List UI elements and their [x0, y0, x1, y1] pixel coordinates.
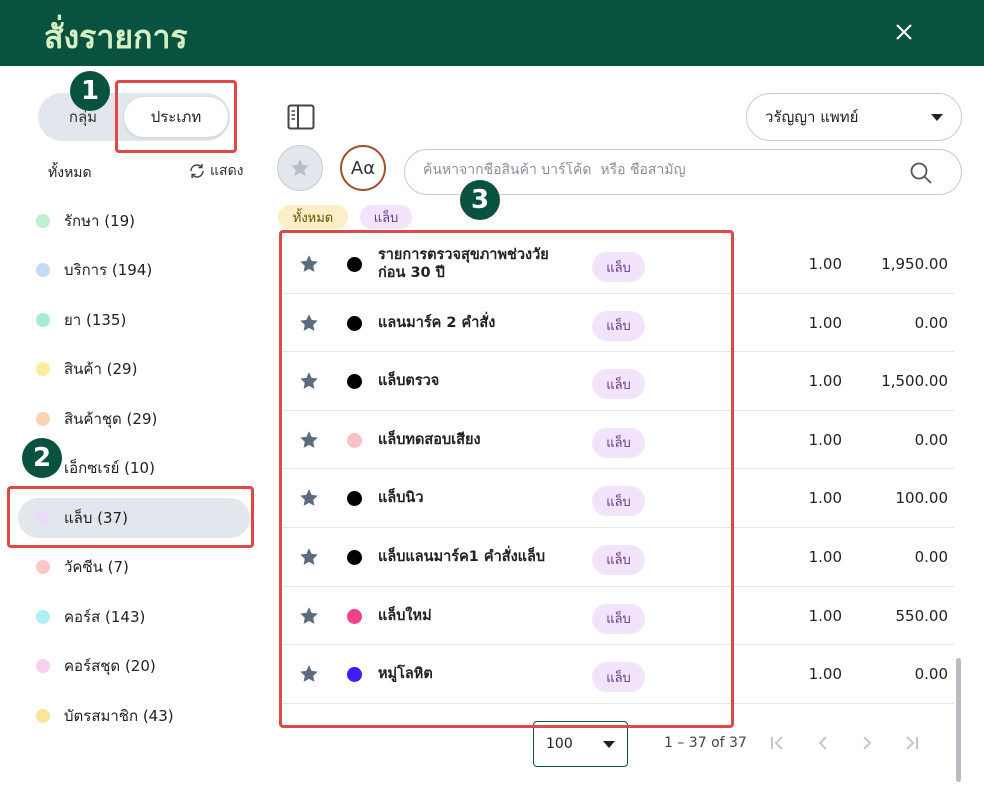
item-price: 0.00 — [914, 430, 948, 449]
chip-lab[interactable]: แล็บ — [360, 205, 412, 229]
item-quantity: 1.00 — [808, 489, 842, 508]
item-quantity: 1.00 — [808, 547, 842, 566]
sidebar-panel-icon[interactable] — [287, 104, 315, 130]
annotation-box-2 — [7, 486, 254, 548]
category-color-dot — [36, 312, 50, 327]
chevron-down-icon — [603, 741, 615, 748]
show-label: แสดง — [210, 163, 244, 179]
item-price: 100.00 — [895, 489, 949, 508]
annotation-box-1 — [115, 80, 237, 153]
category-item[interactable]: วัคซีน (7) — [18, 543, 250, 593]
category-color-dot — [36, 560, 50, 575]
page-title: สั่งรายการ — [44, 18, 188, 56]
category-label: เอ็กซเรย์ (10) — [64, 459, 155, 478]
font-size-button[interactable]: Aα — [340, 145, 386, 191]
page-range: 1 – 37 of 37 — [664, 735, 747, 751]
first-page-icon[interactable] — [767, 732, 789, 754]
category-item[interactable]: คอร์สชุด (20) — [18, 642, 250, 692]
item-quantity: 1.00 — [808, 665, 842, 684]
category-label: คอร์สชุด (20) — [64, 657, 156, 676]
header-bar: สั่งรายการ — [0, 0, 984, 66]
refresh-icon — [190, 163, 204, 179]
item-quantity: 1.00 — [808, 255, 842, 273]
category-label: สินค้า (29) — [64, 360, 138, 379]
doctor-select-value: วรัญญา แพทย์ — [765, 108, 859, 126]
category-label: บริการ (194) — [64, 261, 153, 280]
category-color-dot — [36, 362, 50, 377]
star-icon — [291, 159, 309, 176]
category-label: รักษา (19) — [64, 211, 136, 230]
category-color-dot — [36, 411, 50, 426]
item-price: 1,500.00 — [881, 372, 948, 391]
item-price: 550.00 — [895, 606, 949, 625]
item-quantity: 1.00 — [808, 606, 842, 625]
annotation-number-1: 1 — [70, 71, 110, 111]
annotation-number-2: 2 — [22, 438, 62, 478]
category-label: คอร์ส (143) — [64, 607, 146, 626]
category-color-dot — [36, 263, 50, 278]
category-item[interactable]: สินค้า (29) — [18, 345, 250, 395]
next-page-icon[interactable] — [856, 732, 878, 754]
annotation-number-3: 3 — [460, 180, 500, 220]
item-quantity: 1.00 — [808, 430, 842, 449]
item-price: 0.00 — [914, 313, 948, 332]
category-item[interactable]: รักษา (19) — [18, 196, 250, 246]
previous-page-icon[interactable] — [812, 732, 834, 754]
page-size-value: 100 — [546, 736, 573, 752]
category-item[interactable]: คอร์ส (143) — [18, 592, 250, 642]
category-label: ยา (135) — [64, 310, 127, 329]
search-input[interactable] — [423, 162, 893, 178]
item-price: 0.00 — [914, 665, 948, 684]
close-icon[interactable] — [888, 16, 920, 48]
show-button[interactable]: แสดง — [188, 160, 244, 182]
category-label: สินค้าชุด (29) — [64, 409, 158, 428]
favorite-filter-button[interactable] — [277, 145, 323, 191]
last-page-icon[interactable] — [900, 732, 922, 754]
category-item[interactable]: บริการ (194) — [18, 246, 250, 296]
category-color-dot — [36, 708, 50, 723]
annotation-box-3 — [279, 230, 734, 728]
item-quantity: 1.00 — [808, 372, 842, 391]
item-price: 0.00 — [914, 547, 948, 566]
category-label: บัตรสมาชิก (43) — [64, 706, 174, 725]
item-price: 1,950.00 — [881, 255, 948, 273]
category-item[interactable]: บัตรสมาชิก (43) — [18, 691, 250, 741]
category-item[interactable]: ยา (135) — [18, 295, 250, 345]
scrollbar[interactable] — [956, 658, 961, 782]
category-item[interactable]: สินค้าชุด (29) — [18, 394, 250, 444]
category-color-dot — [36, 609, 50, 624]
category-color-dot — [36, 659, 50, 674]
item-quantity: 1.00 — [808, 313, 842, 332]
chevron-down-icon — [931, 114, 943, 121]
doctor-select[interactable]: วรัญญา แพทย์ — [746, 93, 962, 141]
filter-all-label: ทั้งหมด — [48, 165, 92, 181]
chip-all[interactable]: ทั้งหมด — [278, 205, 348, 229]
category-color-dot — [36, 213, 50, 228]
search-icon[interactable] — [909, 161, 933, 185]
category-label: วัคซีน (7) — [64, 558, 129, 577]
